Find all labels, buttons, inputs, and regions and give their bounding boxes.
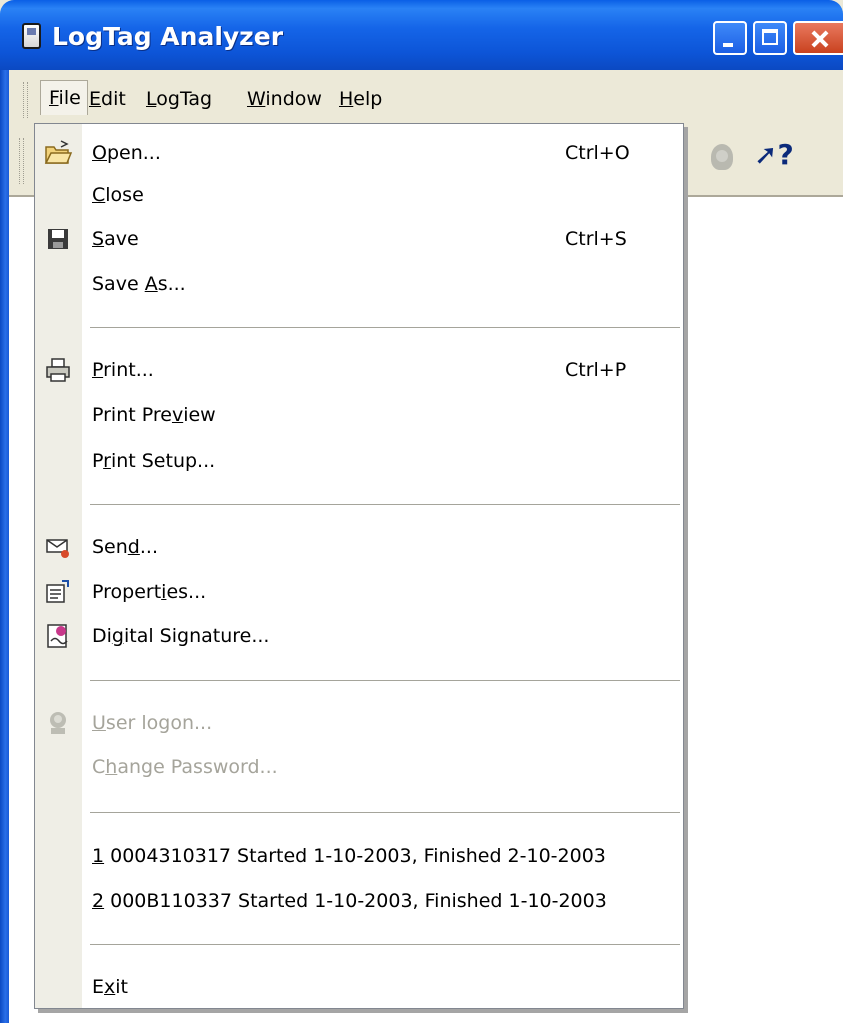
menu-item-label: User logon... xyxy=(92,712,213,734)
menu-separator xyxy=(90,680,680,681)
menu-item-exit[interactable]: Exit xyxy=(35,968,683,1008)
user-logon-icon xyxy=(50,712,66,734)
menu-item-digital-signature[interactable]: Digital Signature... xyxy=(35,617,683,657)
shortcut-label: Ctrl+P xyxy=(565,359,627,381)
menu-logtag[interactable]: LogTag xyxy=(146,88,212,110)
open-folder-icon xyxy=(44,140,73,164)
whats-this-help-icon[interactable]: ➚? xyxy=(754,138,794,171)
menu-item-send[interactable]: Send... xyxy=(35,528,683,568)
menu-item-user-logon: User logon... xyxy=(35,704,683,744)
menu-item-label: Change Password... xyxy=(92,756,278,778)
floppy-disk-icon xyxy=(48,229,68,249)
menu-file[interactable]: File xyxy=(40,80,88,115)
menu-item-label: Print Setup... xyxy=(92,450,216,472)
menu-item-print-preview[interactable]: Print Preview xyxy=(35,396,683,436)
menu-item-print[interactable]: Print... Ctrl+P xyxy=(35,351,683,391)
menu-item-label: Print... xyxy=(92,359,154,381)
menu-item-recent-file-1[interactable]: 1 0004310317 Started 1-10-2003, Finished… xyxy=(35,837,683,877)
menu-item-recent-file-2[interactable]: 2 000B110337 Started 1-10-2003, Finished… xyxy=(35,882,683,922)
properties-icon xyxy=(46,580,69,603)
menu-item-label: Open... xyxy=(92,142,161,164)
menu-item-label: Print Preview xyxy=(92,404,216,426)
shortcut-label: Ctrl+S xyxy=(565,228,627,250)
menu-item-label: Properties... xyxy=(92,581,207,603)
toolbar-grip-handle[interactable] xyxy=(19,138,24,184)
digital-signature-icon xyxy=(47,624,68,648)
menu-item-label: Save xyxy=(92,228,139,250)
shortcut-label: Ctrl+O xyxy=(565,142,630,164)
menu-item-print-setup[interactable]: Print Setup... xyxy=(35,442,683,482)
title-bar[interactable]: LogTag Analyzer xyxy=(0,0,843,70)
menubar-grip-handle[interactable] xyxy=(23,82,28,118)
menu-separator xyxy=(90,812,680,813)
menu-item-label: Exit xyxy=(92,976,128,998)
menu-item-properties[interactable]: Properties... xyxy=(35,573,683,613)
menu-item-save[interactable]: Save Ctrl+S xyxy=(35,220,683,260)
send-mail-icon xyxy=(46,539,69,558)
menu-item-label: Digital Signature... xyxy=(92,625,270,647)
menu-item-change-password: Change Password... xyxy=(35,748,683,788)
user-logon-icon xyxy=(711,144,733,170)
menu-bar: File Edit LogTag Window Help xyxy=(9,70,843,124)
menu-item-label: Save As... xyxy=(92,273,186,295)
maximize-button[interactable] xyxy=(753,21,787,55)
menu-item-label: 2 000B110337 Started 1-10-2003, Finished… xyxy=(92,890,607,912)
menu-separator xyxy=(90,327,680,328)
window-title: LogTag Analyzer xyxy=(52,22,284,51)
menu-item-close[interactable]: Close xyxy=(35,176,683,216)
menu-item-label: 1 0004310317 Started 1-10-2003, Finished… xyxy=(92,845,606,867)
close-button[interactable] xyxy=(793,21,843,55)
menu-edit[interactable]: Edit xyxy=(89,88,126,110)
menu-help[interactable]: Help xyxy=(339,88,382,110)
menu-item-label: Send... xyxy=(92,536,158,558)
menu-separator xyxy=(90,504,680,505)
printer-icon xyxy=(46,358,70,382)
minimize-button[interactable] xyxy=(713,21,747,55)
menu-item-save-as[interactable]: Save As... xyxy=(35,265,683,305)
menu-separator xyxy=(90,944,680,945)
window-border xyxy=(0,70,9,1023)
menu-window[interactable]: Window xyxy=(247,88,322,110)
file-menu-dropdown: Open... Ctrl+O Close Save Ctrl+S Save As… xyxy=(34,123,684,1009)
app-window: LogTag Analyzer File Edit LogTag Window … xyxy=(0,0,843,1023)
menu-item-open[interactable]: Open... Ctrl+O xyxy=(35,134,683,174)
arrow-pointer-icon: ➚ xyxy=(754,138,778,171)
app-icon[interactable] xyxy=(22,23,41,49)
menu-item-label: Close xyxy=(92,184,144,206)
